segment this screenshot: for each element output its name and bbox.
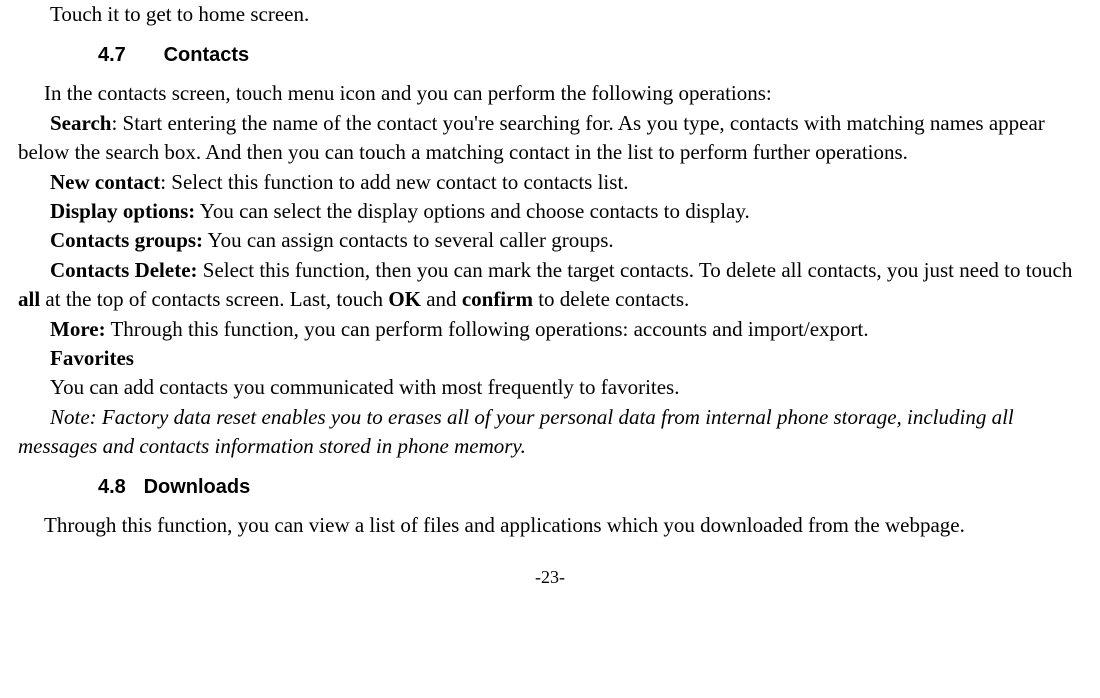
text: : Start entering the name of the contact… <box>18 111 1045 164</box>
label-more: More: <box>50 317 106 341</box>
label-display-options: Display options: <box>50 199 195 223</box>
section-title: Contacts <box>164 44 250 66</box>
label-contacts-groups: Contacts groups: <box>50 228 203 252</box>
section-number: 4.7 <box>98 41 158 69</box>
body-text: You can add contacts you communicated wi… <box>18 373 1082 402</box>
text: Select this function, then you can mark … <box>198 258 1073 282</box>
text: and <box>421 287 462 311</box>
text: Note: Factory data reset enables you to … <box>18 405 1014 458</box>
section-heading-4-7: 4.7 Contacts <box>98 41 1082 69</box>
body-text: New contact: Select this function to add… <box>18 168 1082 197</box>
section-title: Downloads <box>144 476 251 498</box>
body-text: Touch it to get to home screen. <box>18 0 1082 29</box>
body-text: Search: Start entering the name of the c… <box>18 109 1082 168</box>
document-page: Touch it to get to home screen. 4.7 Cont… <box>0 0 1100 590</box>
text: at the top of contacts screen. Last, tou… <box>40 287 388 311</box>
note-text: Note: Factory data reset enables you to … <box>18 403 1082 462</box>
text: You can assign contacts to several calle… <box>203 228 614 252</box>
text: : Select this function to add new contac… <box>160 170 628 194</box>
text: Through this function, you can perform f… <box>106 317 869 341</box>
text: You can select the display options and c… <box>195 199 749 223</box>
body-text: Contacts Delete: Select this function, t… <box>18 256 1082 315</box>
emphasis-all: all <box>18 287 40 311</box>
section-number: 4.8 <box>98 473 138 501</box>
body-text: Through this function, you can view a li… <box>18 511 1082 540</box>
page-number: -23- <box>18 565 1082 590</box>
label-new-contact: New contact <box>50 170 160 194</box>
body-text: Display options: You can select the disp… <box>18 197 1082 226</box>
emphasis-confirm: confirm <box>462 287 533 311</box>
label-favorites: Favorites <box>18 344 1082 373</box>
body-text: More: Through this function, you can per… <box>18 315 1082 344</box>
text: Through this function, you can view a li… <box>44 513 965 537</box>
text: to delete contacts. <box>533 287 689 311</box>
label-contacts-delete: Contacts Delete: <box>50 258 198 282</box>
body-text: In the contacts screen, touch menu icon … <box>18 79 1082 108</box>
emphasis-ok: OK <box>388 287 421 311</box>
section-heading-4-8: 4.8 Downloads <box>98 473 1082 501</box>
label-search: Search <box>50 111 111 135</box>
body-text: Contacts groups: You can assign contacts… <box>18 226 1082 255</box>
